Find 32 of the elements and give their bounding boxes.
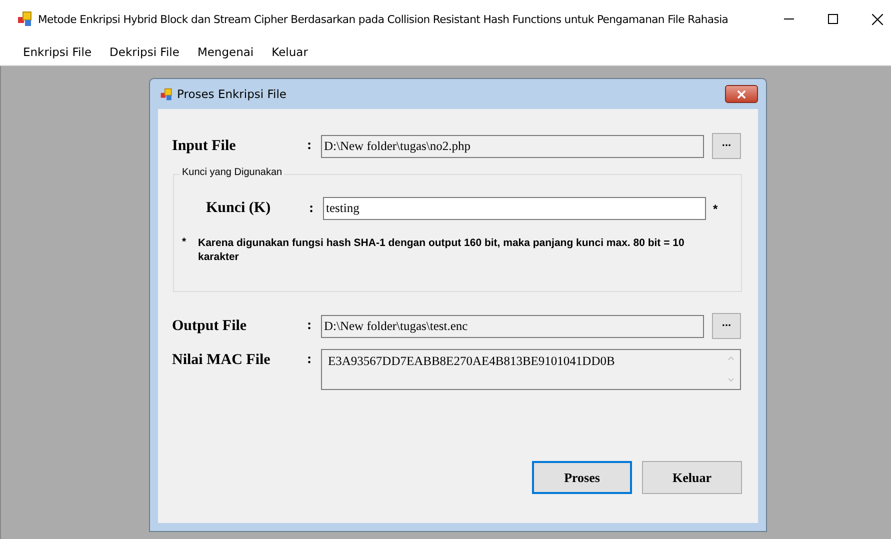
maximize-icon[interactable]: [828, 14, 838, 24]
menu-item[interactable]: Dekripsi File: [100, 44, 188, 58]
mac-textarea[interactable]: E3A93567DD7EABB8E270AE4B813BE9101041DD0B: [321, 349, 741, 390]
field-label: Kunci (K): [205, 200, 272, 217]
menu-item[interactable]: Mengenai: [188, 44, 263, 58]
colon: :: [307, 138, 313, 154]
window-title: Metode Enkripsi Hybrid Block dan Stream Cipher Berdasarkan pada Collision Resistant Hash Functions untuk Pengamanan File Rahasia: [38, 12, 728, 26]
app-icon: [160, 88, 173, 100]
action-button[interactable]: Proses: [532, 461, 632, 494]
colon: :: [309, 200, 315, 216]
group-legend: Kunci yang Digunakan: [180, 167, 284, 178]
note-text: Karena digunakan fungsi hash SHA-1 dengan output 160 bit, maka panjang kunci max. 80 bit = 10 karakter: [198, 236, 686, 264]
input-file-field[interactable]: D:\New folder\tugas\no2.php: [321, 134, 704, 158]
close-button[interactable]: [725, 85, 758, 103]
browse-button[interactable]: ...: [712, 133, 741, 159]
browse-button[interactable]: ...: [712, 313, 741, 339]
required-mark: *: [713, 202, 718, 216]
field-label: Nilai MAC File: [172, 352, 272, 369]
colon: :: [307, 352, 313, 368]
colon: :: [307, 318, 313, 334]
field-label: Output File: [172, 318, 248, 334]
menu-item[interactable]: Enkripsi File: [14, 44, 101, 58]
close-icon[interactable]: [872, 14, 883, 24]
output-file-field[interactable]: D:\New folder\tugas\test.enc: [321, 314, 704, 338]
field-label: Input File: [172, 138, 237, 154]
key-field[interactable]: testing: [323, 197, 706, 220]
close-icon: [737, 90, 746, 98]
action-button[interactable]: Keluar: [642, 461, 742, 494]
dialog-title: Proses Enkripsi File: [177, 87, 286, 101]
menu-item[interactable]: Keluar: [262, 44, 317, 58]
note-mark: *: [182, 236, 188, 250]
app-icon: [17, 11, 33, 27]
